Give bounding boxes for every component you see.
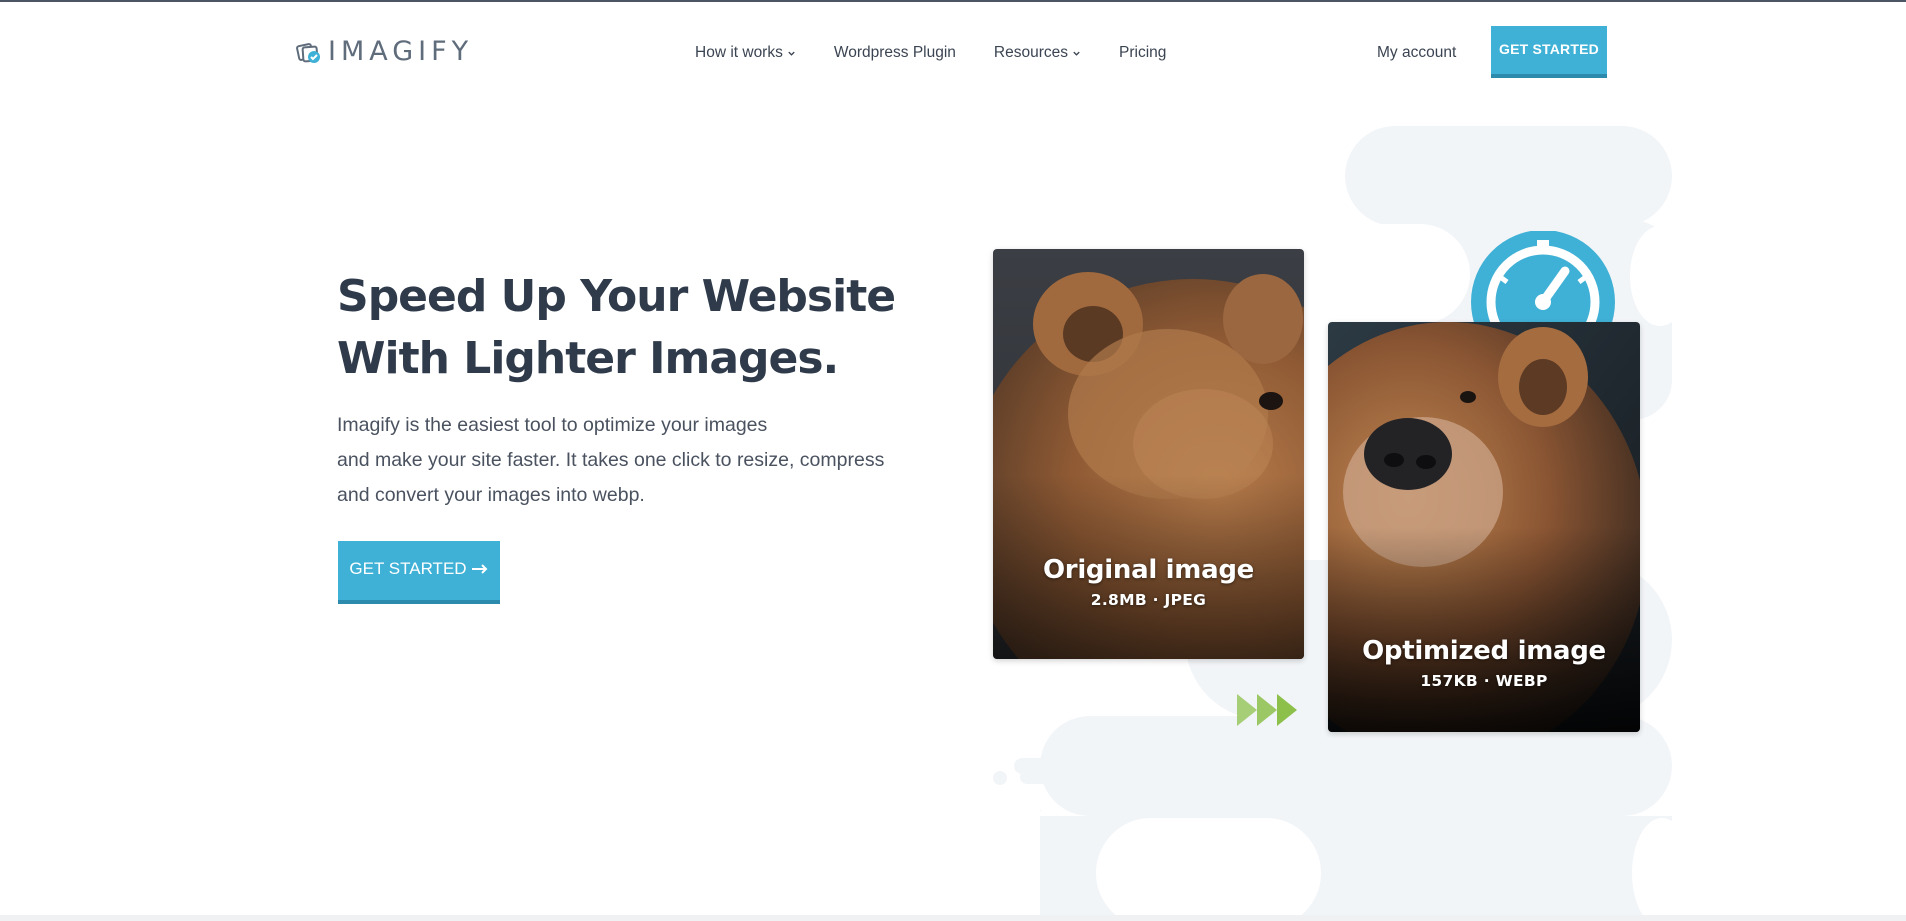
optimized-image-meta: 157KB · WEBP: [1420, 672, 1548, 690]
nav-item-label: How it works: [695, 44, 783, 61]
my-account-link[interactable]: My account: [1377, 44, 1456, 62]
nav-item-resources[interactable]: Resources: [994, 44, 1081, 62]
site-header: IMAGIFY How it works Wordpress Plugin Re…: [0, 2, 1906, 102]
hero-description-line-3: and convert your images into webp.: [337, 484, 645, 506]
hero-description: Imagify is the easiest tool to optimize …: [337, 408, 957, 513]
logo-text: IMAGIFY: [328, 36, 474, 67]
fast-forward-arrows-icon: [1237, 694, 1297, 726]
imagify-logo[interactable]: IMAGIFY: [296, 36, 473, 67]
nav-item-wordpress-plugin[interactable]: Wordpress Plugin: [834, 44, 956, 62]
logo-mark-icon: [296, 42, 320, 63]
nav-item-pricing[interactable]: Pricing: [1119, 44, 1166, 62]
original-image-meta: 2.8MB · JPEG: [1090, 591, 1207, 609]
nav-item-how-it-works[interactable]: How it works: [695, 44, 796, 62]
speedometer-icon: [1471, 231, 1615, 327]
hero-title: Speed Up Your Website With Lighter Image…: [337, 266, 937, 390]
main-nav: How it works Wordpress Plugin Resources …: [695, 44, 1204, 62]
hero-get-started-label: GET STARTED: [349, 559, 467, 578]
nav-item-label: Wordpress Plugin: [833, 44, 956, 61]
hero-get-started-button[interactable]: GET STARTED: [338, 541, 500, 604]
nav-item-label: Resources: [993, 44, 1069, 61]
arrow-right-icon: [471, 564, 487, 574]
original-image-title: Original image: [1043, 555, 1254, 585]
optimized-image-caption: Optimized image 157KB · WEBP: [1328, 636, 1640, 690]
hero-title-line-1: Speed Up Your Website: [337, 271, 896, 322]
header-get-started-button[interactable]: GET STARTED: [1491, 26, 1607, 78]
original-image-card: Original image 2.8MB · JPEG: [993, 249, 1304, 659]
hero-description-line-2: and make your site faster. It takes one …: [337, 449, 885, 471]
bottom-border: [0, 915, 1906, 921]
hero-title-line-2: With Lighter Images.: [337, 333, 839, 384]
chevron-down-icon: [788, 51, 795, 56]
optimized-image-title: Optimized image: [1362, 636, 1606, 666]
hero-description-line-1: Imagify is the easiest tool to optimize …: [337, 414, 768, 436]
original-image-caption: Original image 2.8MB · JPEG: [993, 555, 1304, 609]
nav-item-label: Pricing: [1119, 44, 1167, 61]
chevron-down-icon: [1073, 51, 1080, 56]
optimized-image-card: Optimized image 157KB · WEBP: [1328, 322, 1640, 732]
